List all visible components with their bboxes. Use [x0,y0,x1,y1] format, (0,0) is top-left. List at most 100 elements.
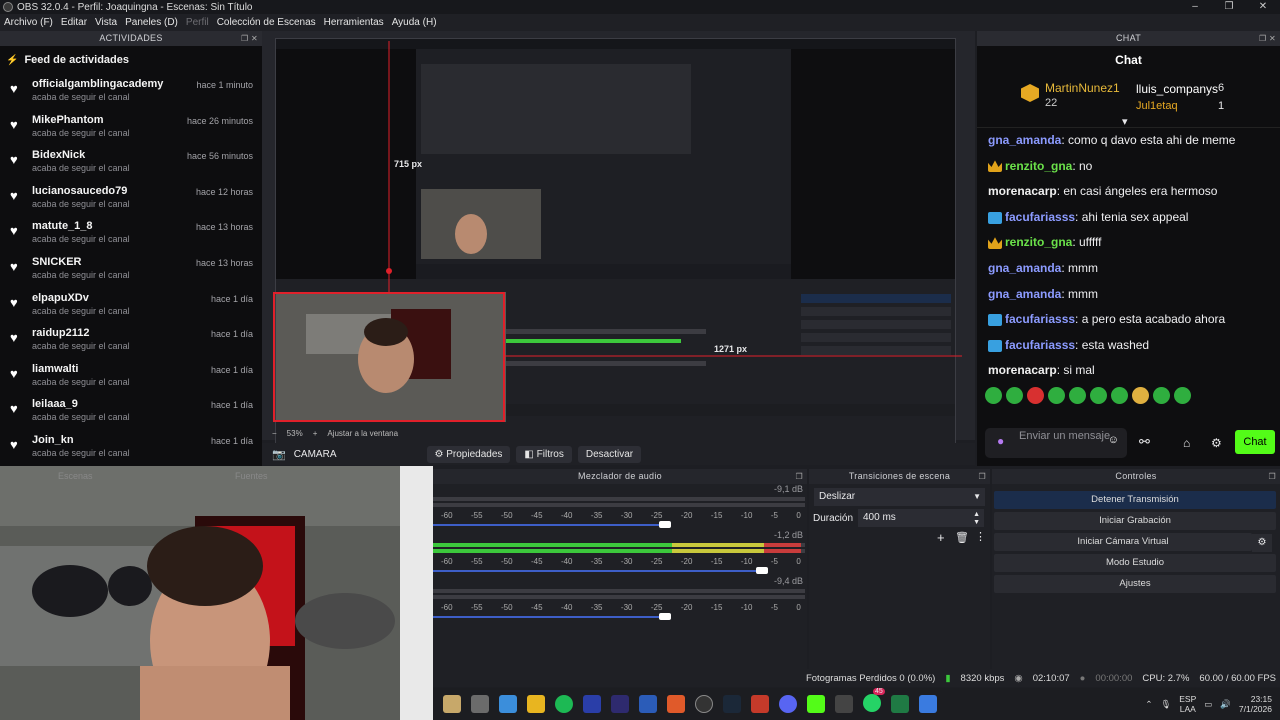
deactivate-button[interactable]: Desactivar [577,445,642,463]
whatsapp-wrapper[interactable]: 45 [863,687,885,715]
emote-icon[interactable] [1069,387,1086,405]
photoshop-icon[interactable] [611,695,629,713]
minimize-button[interactable]: – [1178,0,1212,14]
volume-slider-track[interactable] [433,616,665,618]
chat-username[interactable]: renzito_gna [1005,235,1072,249]
trash-icon[interactable]: 🗑 [955,531,969,544]
whatsapp-icon[interactable] [863,693,881,712]
chat-username[interactable]: facufariasss [1005,338,1075,352]
volume-icon[interactable]: 🔊 [1220,699,1231,710]
emote-icon[interactable] [1090,387,1107,405]
chat-username[interactable]: gna_amanda [988,133,1061,147]
zoom-out-button[interactable]: − [272,429,277,438]
capcut-icon[interactable] [835,695,853,713]
file-explorer-icon[interactable] [527,695,545,713]
menu-help[interactable]: Ayuda (H) [388,17,441,28]
emoji-icon[interactable]: ☺ [1108,435,1119,446]
app-v-icon[interactable] [583,695,601,713]
filters-button[interactable]: ◧ Filtros [516,445,572,463]
emote-icon[interactable] [1111,387,1128,405]
controls-dock-icon[interactable]: ❐ [1269,469,1276,484]
menu-tools[interactable]: Herramientas [320,17,388,28]
menu-docks[interactable]: Paneles (D) [121,17,182,28]
leader-3-name[interactable]: Jul1etaq [1136,100,1178,112]
leader-2-count: 6 [1218,82,1225,94]
steam-icon[interactable] [723,695,741,713]
chat-username[interactable]: facufariasss [1005,312,1075,326]
emote-icon[interactable] [1048,387,1065,405]
game-app-icon[interactable] [751,695,769,713]
virtual-camera-settings-icon[interactable]: ⚙ [1252,534,1272,552]
excel-icon[interactable] [891,695,909,713]
emote-icon[interactable] [1174,387,1191,405]
chat-username[interactable]: renzito_gna [1005,159,1072,173]
duration-spinbox[interactable]: 400 ms ▲ ▼ [858,509,984,527]
chat-username[interactable]: gna_amanda [988,261,1061,275]
emote-icon[interactable] [985,387,1002,405]
obs-icon[interactable] [695,695,713,713]
chat-send-button[interactable]: Chat [1235,430,1275,454]
scene-preview[interactable]: 715 px 1271 px − 53% + Ajustar a la vent… [262,31,975,453]
language-indicator[interactable]: ESP LAA [1179,694,1196,714]
chat-username[interactable]: morenacarp [988,184,1057,198]
studio-mode-button[interactable]: Modo Estudio [994,554,1276,572]
fit-window-button[interactable]: Ajustar a la ventana [327,429,398,438]
emote-icon[interactable] [1132,387,1149,405]
start-virtual-camera-button[interactable]: Iniciar Cámara Virtual [994,533,1252,551]
checkmark-app-icon[interactable] [919,695,937,713]
menu-file[interactable]: Archivo (F) [0,17,57,28]
connections-icon[interactable]: ⚯ [1139,434,1150,450]
microphone-icon[interactable]: ● [997,435,1004,447]
dock-controls-icon[interactable]: ❐ ✕ [241,31,258,46]
browser-icon[interactable] [499,695,517,713]
task-view-icon[interactable] [471,695,489,713]
volume-slider-handle[interactable] [658,613,671,620]
close-button[interactable]: ✕ [1246,0,1280,14]
mixer-dock-icon[interactable]: ❐ [796,469,803,484]
feed-item-time: hace 13 horas [195,222,253,233]
brave-icon[interactable] [667,695,685,713]
volume-slider-track[interactable] [433,570,763,572]
collapse-icon[interactable]: ▾ [1122,115,1128,128]
tray-chevron-icon[interactable]: ⌃ [1145,699,1152,710]
add-transition-icon[interactable]: + [937,530,945,545]
spotify-icon[interactable] [555,695,573,713]
chat-input[interactable]: ● Enviar un mensaje ☺ [985,428,1127,458]
chat-dock-controls-icon[interactable]: ❐ ✕ [1259,31,1276,46]
spin-arrows-icon[interactable]: ▲ ▼ [973,511,980,527]
properties-button[interactable]: ⚙ Propiedades [426,445,511,463]
chat-message: gna_amanda: mmm [977,282,1280,308]
volume-slider-track[interactable] [433,524,665,526]
settings-button[interactable]: Ajustes [994,575,1276,593]
more-options-icon[interactable]: ⋮ [975,530,986,543]
emote-icon[interactable] [1006,387,1023,405]
word-icon[interactable] [639,695,657,713]
emote-icon[interactable] [1153,387,1170,405]
display-tray-icon[interactable]: ▭ [1204,699,1212,710]
chat-username[interactable]: gna_amanda [988,287,1061,301]
emote-icon[interactable] [1027,387,1044,405]
stop-streaming-button[interactable]: Detener Transmisión [994,491,1276,509]
settings-gear-icon[interactable]: ⚙ [1211,436,1222,450]
discord-icon[interactable] [779,695,797,713]
zoom-in-button[interactable]: + [313,429,318,438]
volume-slider-handle[interactable] [658,521,671,528]
microphone-tray-icon[interactable]: 🎙 [1160,699,1171,710]
menu-profile[interactable]: Perfil [182,17,213,28]
transitions-dock-icon[interactable]: ❐ [979,469,986,484]
chat-username[interactable]: morenacarp [988,363,1057,377]
start-recording-button[interactable]: Iniciar Grabación [994,512,1276,530]
leader-1-name[interactable]: MartinNunez1 [1045,81,1120,95]
menu-scene-collection[interactable]: Colección de Escenas [213,17,320,28]
transition-select[interactable]: Deslizar ▼ [814,488,985,506]
store-icon[interactable]: ⌂ [1183,436,1190,450]
menu-edit[interactable]: Editar [57,17,91,28]
leader-2-name[interactable]: lluis_companys [1136,82,1218,96]
maximize-button[interactable]: ❐ [1212,0,1246,14]
chat-username[interactable]: facufariasss [1005,210,1075,224]
volume-slider-handle[interactable] [756,567,769,574]
widget-icon[interactable] [443,695,461,713]
menu-view[interactable]: Vista [91,17,121,28]
kick-icon[interactable] [807,695,825,713]
clock[interactable]: 23:15 7/1/2026 [1239,694,1272,714]
